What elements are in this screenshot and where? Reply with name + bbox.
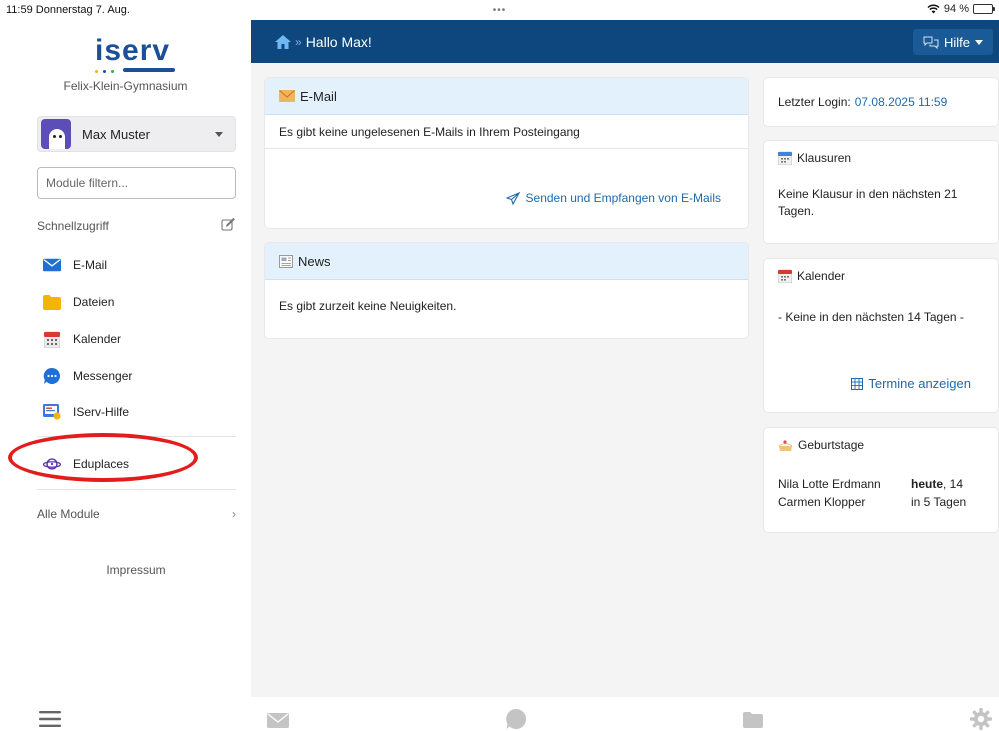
- birthday-name: Nila Lotte Erdmann: [778, 477, 881, 491]
- edit-icon[interactable]: [221, 217, 235, 231]
- sidebar-item-label: Messenger: [73, 369, 133, 383]
- card-title: Kalender: [797, 269, 846, 283]
- news-row: Es gibt zurzeit keine Neuigkeiten.: [265, 280, 748, 313]
- calendar-card: Kalender - Keine in den nächsten 14 Tage…: [764, 259, 998, 412]
- sidebar-item-label: IServ-Hilfe: [73, 405, 130, 419]
- calendar-icon: [778, 269, 792, 283]
- calendar-icon: [43, 330, 61, 348]
- paper-plane-icon: [505, 191, 520, 205]
- card-header: Klausuren: [778, 151, 984, 165]
- help-button[interactable]: Hilfe: [912, 29, 993, 55]
- annotation-circle: [8, 433, 198, 482]
- sidebar-item-files[interactable]: Dateien: [43, 290, 233, 314]
- mail-icon: [43, 256, 61, 274]
- logo-underline: [123, 68, 175, 72]
- show-appointments-label: Termine anzeigen: [868, 376, 971, 391]
- envelope-icon: [279, 90, 295, 102]
- messenger-icon[interactable]: [505, 708, 527, 730]
- menu-icon[interactable]: [39, 711, 61, 727]
- sidebar-item-messenger[interactable]: Messenger: [43, 364, 233, 388]
- breadcrumb-separator: »: [295, 34, 302, 49]
- card-title: Klausuren: [797, 151, 852, 165]
- help-chat-icon: [923, 36, 939, 49]
- exams-text: Keine Klausur in den nächsten 21 Tagen.: [778, 187, 958, 218]
- birthday-list: Nila Lotte Erdmann heute, 14 Carmen Klop…: [778, 477, 984, 513]
- email-status-row: Es gibt keine ungelesenen E-Mails in Ihr…: [265, 115, 748, 149]
- last-login-card: Letzter Login: 07.08.2025 11:59: [764, 78, 998, 126]
- breadcrumb: Hallo Max!: [305, 33, 372, 50]
- email-status-text: Es gibt keine ungelesenen E-Mails in Ihr…: [279, 124, 580, 139]
- sidebar-divider: [37, 489, 236, 490]
- birthday-name: Carmen Klopper: [778, 495, 866, 509]
- mail-icon[interactable]: [267, 713, 289, 728]
- card-header: E-Mail: [265, 78, 748, 115]
- help-icon: [43, 403, 61, 421]
- email-send-link[interactable]: Senden und Empfangen von E-Mails: [505, 191, 721, 205]
- card-header: Geburtstage: [778, 438, 984, 452]
- sidebar-item-label: Kalender: [73, 332, 122, 346]
- sidebar-item-calendar[interactable]: Kalender: [43, 327, 233, 351]
- folder-icon[interactable]: [743, 712, 763, 728]
- card-header: Kalender: [778, 269, 984, 283]
- bottom-bar: [0, 697, 999, 731]
- chevron-down-icon: [215, 131, 223, 137]
- header-bar: » Hallo Max! Hilfe: [251, 20, 999, 63]
- card-title: News: [298, 253, 331, 269]
- all-modules-link[interactable]: Alle Module ›: [37, 507, 236, 521]
- news-text: Es gibt zurzeit keine Neuigkeiten.: [279, 299, 457, 313]
- card-title: Geburtstage: [798, 438, 865, 452]
- sidebar-item-iserv-help[interactable]: IServ-Hilfe: [43, 400, 233, 424]
- calendar-text: - Keine in den nächsten 14 Tagen -: [778, 310, 964, 324]
- user-menu[interactable]: Max Muster: [37, 116, 236, 152]
- iserv-logo[interactable]: iserv: [95, 36, 177, 76]
- birthday-when: in 5 Tagen: [911, 495, 967, 509]
- last-login-label: Letzter Login:: [778, 95, 851, 109]
- card-header: News: [265, 243, 748, 280]
- avatar: [41, 119, 71, 149]
- chevron-down-icon: [975, 39, 983, 45]
- battery-percent: 94 %: [943, 3, 969, 15]
- email-send-label: Senden und Empfangen von E-Mails: [525, 191, 721, 205]
- module-filter-input[interactable]: [37, 167, 236, 199]
- exam-calendar-icon: [778, 151, 792, 165]
- newspaper-icon: [279, 254, 293, 268]
- gear-icon[interactable]: [970, 708, 992, 730]
- birthdays-card: Geburtstage Nila Lotte Erdmann heute, 14…: [764, 428, 998, 532]
- exams-card: Klausuren Keine Klausur in den nächsten …: [764, 141, 998, 243]
- school-name: Felix-Klein-Gymnasium: [63, 79, 188, 93]
- email-card: E-Mail Es gibt keine ungelesenen E-Mails…: [265, 78, 748, 228]
- birthday-when: heute, 14: [911, 477, 964, 491]
- show-appointments-link[interactable]: Termine anzeigen: [851, 376, 971, 391]
- sidebar-item-label: Dateien: [73, 295, 115, 309]
- impressum-link[interactable]: Impressum: [0, 563, 272, 577]
- wifi-icon: [927, 4, 940, 14]
- battery-icon: [973, 4, 995, 14]
- logo-dots: [95, 70, 114, 73]
- quick-access-title: Schnellzugriff: [37, 219, 109, 233]
- chevron-right-icon: ›: [232, 507, 236, 521]
- home-icon[interactable]: [275, 34, 291, 49]
- birthday-row: Carmen Klopper in 5 Tagen: [778, 495, 984, 513]
- news-card: News Es gibt zurzeit keine Neuigkeiten.: [265, 243, 748, 338]
- card-title: E-Mail: [300, 88, 337, 104]
- birthday-row: Nila Lotte Erdmann heute, 14: [778, 477, 984, 495]
- sidebar: iserv Felix-Klein-Gymnasium Max Muster S…: [0, 20, 251, 697]
- folder-icon: [43, 293, 61, 311]
- status-bar: 11:59 Donnerstag 7. Aug. ••• 94 %: [0, 0, 999, 20]
- sidebar-item-email[interactable]: E-Mail: [43, 253, 233, 277]
- messenger-icon: [43, 367, 61, 385]
- table-icon: [851, 377, 864, 390]
- cake-icon: [778, 439, 793, 452]
- help-label: Hilfe: [943, 34, 970, 50]
- all-modules-label: Alle Module: [37, 507, 100, 521]
- user-name: Max Muster: [82, 126, 150, 142]
- multitask-dots[interactable]: •••: [493, 5, 507, 16]
- status-right: 94 %: [927, 3, 995, 15]
- last-login-value[interactable]: 07.08.2025 11:59: [855, 95, 948, 109]
- sidebar-item-label: E-Mail: [73, 258, 108, 272]
- status-time: 11:59 Donnerstag 7. Aug.: [6, 4, 130, 16]
- logo-text: iserv: [95, 34, 171, 67]
